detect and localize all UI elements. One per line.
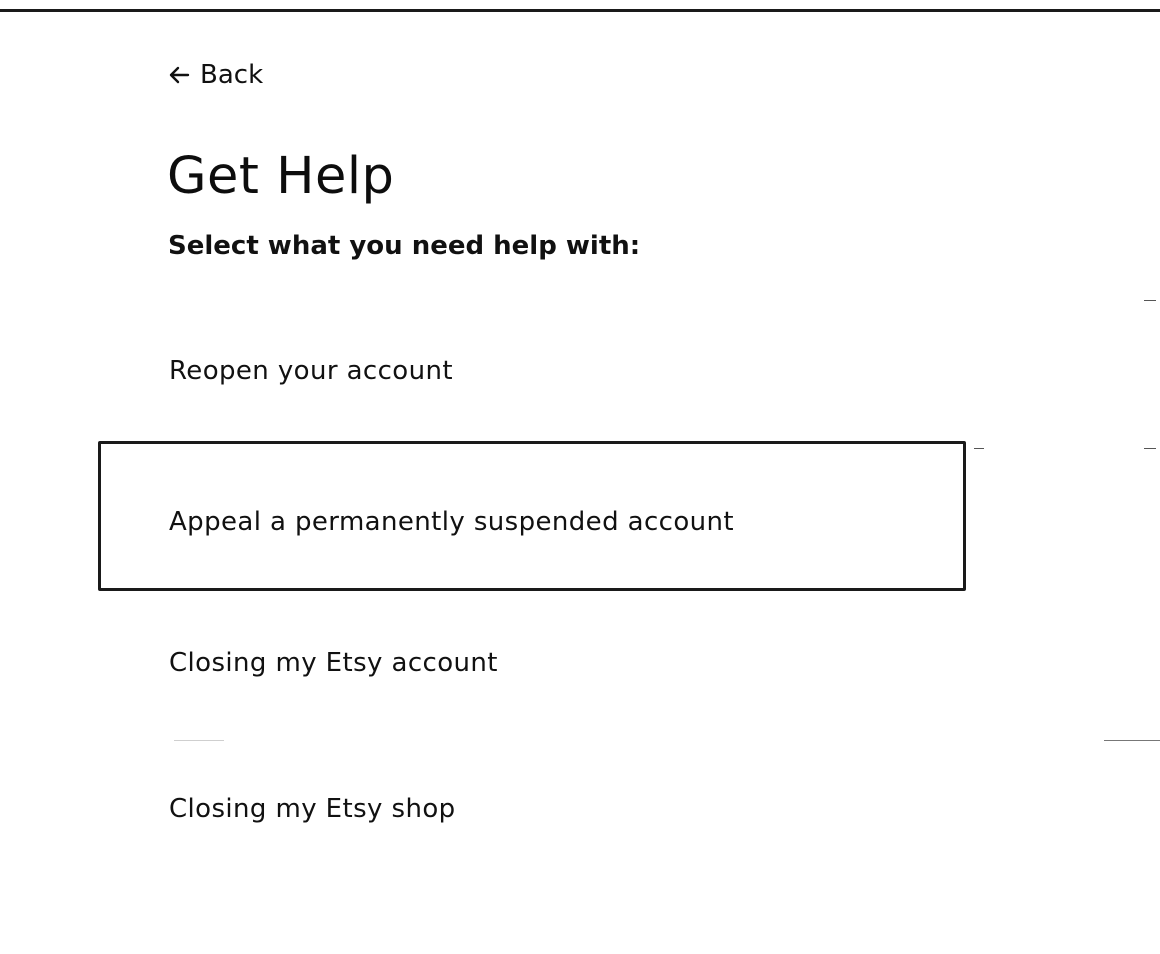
help-option-reopen-account[interactable]: Reopen your account: [98, 296, 966, 446]
help-option-closing-etsy-account[interactable]: Closing my Etsy account: [98, 588, 966, 738]
top-divider: [0, 9, 1160, 12]
divider-fragment: [1144, 448, 1156, 449]
page-subtitle: Select what you need help with:: [168, 231, 641, 261]
divider-fragment: [1144, 300, 1156, 301]
help-option-closing-etsy-shop[interactable]: Closing my Etsy shop: [98, 734, 966, 884]
divider-fragment: [174, 740, 224, 741]
back-label: Back: [200, 60, 264, 90]
option-label: Closing my Etsy account: [169, 648, 498, 678]
arrow-left-icon: [168, 65, 190, 85]
help-option-appeal-suspended-account[interactable]: Appeal a permanently suspended account: [98, 441, 966, 591]
divider-fragment: [974, 448, 984, 449]
divider-fragment: [1104, 740, 1160, 741]
page-title: Get Help: [167, 147, 395, 206]
option-label: Closing my Etsy shop: [169, 794, 456, 824]
option-label: Reopen your account: [169, 356, 453, 386]
back-link[interactable]: Back: [168, 58, 263, 92]
option-label: Appeal a permanently suspended account: [169, 507, 735, 537]
